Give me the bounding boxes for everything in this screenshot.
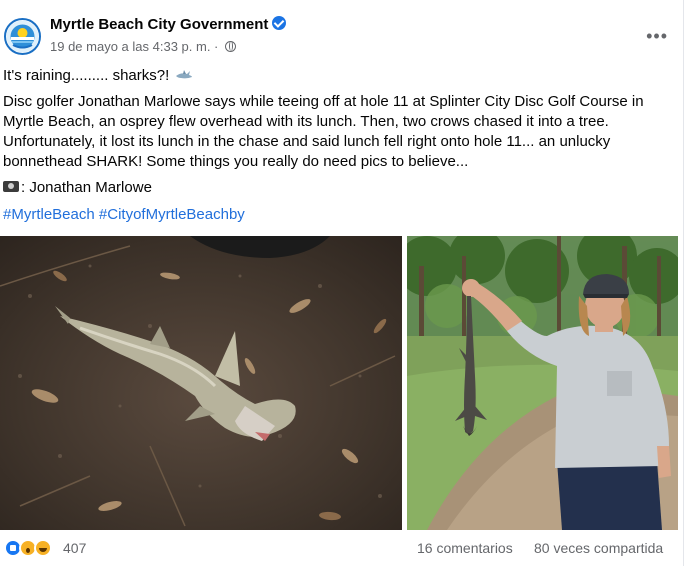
post-headline: It's raining......... sharks?! [3, 66, 671, 86]
shares-count[interactable]: 80 veces compartida [534, 540, 680, 556]
post-headline-text: It's raining......... sharks?! [3, 67, 170, 84]
hashtag-cityofmyrtlebeachby[interactable]: #CityofMyrtleBeachby [99, 206, 245, 223]
post-header: Myrtle Beach City Government 19 de mayo … [0, 10, 684, 60]
photo-credit: : Jonathan Marlowe [3, 178, 671, 198]
page-name-text[interactable]: Myrtle Beach City Government [50, 16, 268, 33]
verified-badge-icon [272, 16, 287, 30]
city-seal-icon[interactable] [4, 18, 41, 55]
shark-emoji-icon [176, 70, 193, 79]
camera-emoji-icon [3, 181, 19, 192]
photo-shark-on-ground[interactable] [0, 236, 402, 530]
more-options-icon[interactable]: ••• [646, 26, 668, 47]
post-footer: 407 16 comentarios 80 veces compartida [0, 536, 684, 562]
facebook-post: Myrtle Beach City Government 19 de mayo … [0, 0, 684, 566]
post-meta: 19 de mayo a las 4:33 p. m. · [50, 39, 236, 54]
globe-icon [225, 41, 236, 52]
hashtag-myrtlebeach[interactable]: #MyrtleBeach [3, 206, 95, 223]
photo-man-holding-shark[interactable] [407, 236, 678, 530]
page-name[interactable]: Myrtle Beach City Government [50, 16, 287, 33]
hashtags: #MyrtleBeach #CityofMyrtleBeachby [3, 205, 671, 225]
post-body: Disc golfer Jonathan Marlowe says while … [3, 93, 644, 170]
reaction-count[interactable]: 407 [63, 540, 86, 556]
haha-reaction-icon [34, 539, 52, 557]
comments-count[interactable]: 16 comentarios [417, 540, 513, 556]
photo-credit-text: : Jonathan Marlowe [21, 179, 152, 196]
post-timestamp[interactable]: 19 de mayo a las 4:33 p. m. · [50, 39, 218, 54]
